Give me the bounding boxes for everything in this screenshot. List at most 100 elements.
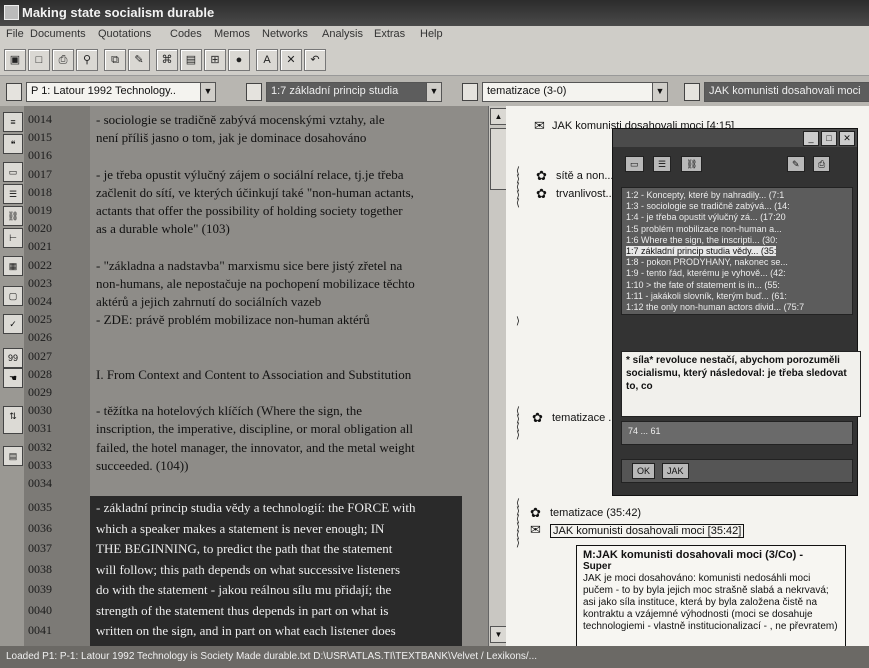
memo-icon: ✉ — [534, 118, 545, 133]
menu-help[interactable]: Help — [420, 28, 443, 40]
close-icon[interactable]: ✕ — [839, 131, 855, 146]
quotation-list[interactable]: 1:2 - Koncepty, které by nahradily... (7… — [621, 187, 853, 315]
window-icon[interactable]: ▭ — [3, 162, 23, 182]
text-line: - ZDE: právě problém mobilizace non-huma… — [96, 312, 370, 328]
jak-button[interactable]: JAK — [662, 463, 689, 479]
tooltip-body: JAK je moci dosahováno: komunisti nedosá… — [583, 573, 838, 632]
arrows-icon[interactable]: ⇅ — [3, 406, 23, 434]
scroll-thumb[interactable] — [490, 128, 507, 190]
search-icon[interactable]: ⚲ — [76, 49, 98, 71]
text-line: začlenit do sítí, ve kterých účinkují ta… — [96, 184, 414, 200]
menu-quotations[interactable]: Quotations — [98, 28, 151, 40]
link-icon[interactable]: ⛓ — [681, 156, 703, 172]
scroll-down-icon[interactable]: ▼ — [490, 626, 507, 643]
text-line: non-humans, ale nepostačuje na pochopení… — [96, 275, 415, 291]
highlighted-text-line: which a speaker makes a statement is nev… — [96, 520, 385, 536]
margin-code[interactable]: trvanlivost... — [556, 188, 615, 200]
grid-icon[interactable]: ▦ — [3, 256, 23, 276]
menu-documents[interactable]: Documents — [30, 28, 86, 40]
code-icon: ✿ — [536, 168, 547, 183]
text-line: - sociologie se tradičně zabývá mocenský… — [96, 112, 385, 127]
quotation-list-item[interactable]: 1:5 problém mobilizace non-human a... — [626, 224, 782, 234]
cut-icon[interactable]: ✕ — [280, 49, 302, 71]
line-number: 0022 — [28, 257, 52, 272]
list-icon[interactable]: ▤ — [3, 446, 23, 466]
line-number: 0025 — [28, 312, 52, 327]
chevron-down-icon[interactable]: ▼ — [652, 82, 668, 102]
margin-code[interactable]: JAK komunisti dosahovali moci [35:42] — [550, 524, 745, 538]
line-number: 0027 — [28, 348, 52, 363]
edit-icon[interactable]: ✎ — [787, 156, 805, 172]
save-icon[interactable]: ▣ — [4, 49, 26, 71]
menu-networks[interactable]: Networks — [262, 28, 308, 40]
memo-tooltip: M:JAK komunisti dosahovali moci (3/Co) -… — [576, 545, 846, 657]
menu-codes[interactable]: Codes — [170, 28, 202, 40]
text-line: - je třeba opustit výlučný zájem o sociá… — [96, 166, 404, 182]
text-line: succeeded. (104)) — [96, 457, 189, 473]
quotation-list-item[interactable]: 1:2 - Koncepty, které by nahradily... (7… — [626, 190, 784, 200]
minimize-icon[interactable]: _ — [803, 131, 819, 146]
document-selector[interactable]: P 1: Latour 1992 Technology.. — [26, 82, 206, 102]
link-icon[interactable]: ⛓ — [3, 206, 23, 226]
frame-icon[interactable]: ▢ — [3, 286, 23, 306]
print-icon[interactable]: ⎙ — [813, 156, 831, 172]
nav-label: 74 ... 61 — [628, 426, 661, 436]
window-icon[interactable]: ▭ — [625, 156, 644, 172]
info-icon[interactable]: ● — [228, 49, 250, 71]
quotation-list-item[interactable]: 1:4 - je třeba opustit výlučný zá... (17… — [626, 212, 786, 222]
edit-icon[interactable]: ✎ — [128, 49, 150, 71]
quotation-list-item[interactable]: 1:10 > the fate of statement is in... (5… — [626, 280, 780, 290]
network-icon[interactable]: ⊞ — [204, 49, 226, 71]
chevron-down-icon[interactable]: ▼ — [200, 82, 216, 102]
network-toolbar: ▭ ☰ ⛓ ✎ ⎙ — [617, 153, 855, 175]
tooltip-subtitle: Super — [583, 561, 612, 572]
quotation-selector[interactable]: 1:7 základní princip studia — [266, 82, 432, 102]
network-window[interactable]: _ □ ✕ ▭ ☰ ⛓ ✎ ⎙ 1:2 - Koncepty, které by… — [612, 128, 861, 496]
copy-icon[interactable]: ⧉ — [104, 49, 126, 71]
chevron-down-icon[interactable]: ▼ — [426, 82, 442, 102]
quotation-list-item[interactable]: 1:12 the only non-human actors divid... … — [626, 302, 804, 312]
quotation-list-item[interactable]: 1:6 Where the sign, the inscripti... (30… — [626, 235, 778, 245]
highlighted-text-line: THE BEGINNING, to predict the path that … — [96, 541, 393, 556]
check-icon[interactable]: ✓ — [3, 314, 23, 334]
hand-icon[interactable]: ☚ — [3, 368, 23, 388]
text-line: aktérů a jejich zahrnutí do sociálních v… — [96, 294, 322, 309]
margin-code[interactable]: sítě a non... — [556, 170, 613, 182]
menu-extras[interactable]: Extras — [374, 28, 405, 40]
highlighted-text-line: do with the statement - jakou reálnou sí… — [96, 582, 392, 597]
ok-button[interactable]: OK — [632, 463, 656, 479]
list-icon[interactable]: ☰ — [653, 156, 672, 172]
tree-icon[interactable]: ⊢ — [3, 228, 23, 248]
memo-selector[interactable]: JAK komunisti dosahovali moci — [704, 82, 869, 102]
line-number: 0031 — [28, 421, 52, 436]
memo-icon[interactable]: ▤ — [180, 49, 202, 71]
margin-icon[interactable]: ≡ — [3, 112, 23, 132]
text-icon[interactable]: A — [256, 49, 278, 71]
line-number: 0030 — [28, 403, 52, 418]
quotation-list-item[interactable]: 1:3 - sociologie se tradičně zabývá... (… — [626, 201, 790, 211]
line-number: 0015 — [28, 130, 52, 145]
print-icon[interactable]: ⎙ — [52, 49, 74, 71]
quotation-list-item[interactable]: 1:7 základní princip studia vědy... (35: — [626, 246, 777, 256]
maximize-icon[interactable]: □ — [821, 131, 837, 146]
margin-code[interactable]: tematizace (35:42) — [550, 507, 641, 519]
vertical-scrollbar[interactable]: ▲ ▼ — [488, 106, 507, 646]
code-selector[interactable]: tematizace (3-0) — [482, 82, 658, 102]
margin-bracket: ⟨ ⟩ ⟨ ⟩ ⟨ — [516, 166, 520, 209]
scroll-up-icon[interactable]: ▲ — [490, 108, 507, 125]
menu-memos[interactable]: Memos — [214, 28, 250, 40]
quotation-list-item[interactable]: 1:11 - jakákoli slovník, kterým buď... (… — [626, 291, 787, 301]
menu-file[interactable]: File — [6, 28, 24, 40]
quotation-list-item[interactable]: 1:9 - tento řád, kterému je vyhově... (4… — [626, 268, 786, 278]
code-icon[interactable]: ⌘ — [156, 49, 178, 71]
new-icon[interactable]: □ — [28, 49, 50, 71]
quotation-list-item[interactable]: 1:8 - pokon PRODYHANY, nakonec se... — [626, 257, 788, 267]
margin-code[interactable]: tematizace ... — [552, 412, 617, 424]
number-icon[interactable]: 99 — [3, 348, 23, 368]
quote-icon[interactable]: ❝ — [3, 134, 23, 154]
undo-icon[interactable]: ↶ — [304, 49, 326, 71]
code-list-icon[interactable]: ☰ — [3, 184, 23, 204]
text-line: I. From Context and Content to Associati… — [96, 366, 412, 382]
menu-analysis[interactable]: Analysis — [322, 28, 363, 40]
line-number: 0035 — [28, 500, 52, 514]
